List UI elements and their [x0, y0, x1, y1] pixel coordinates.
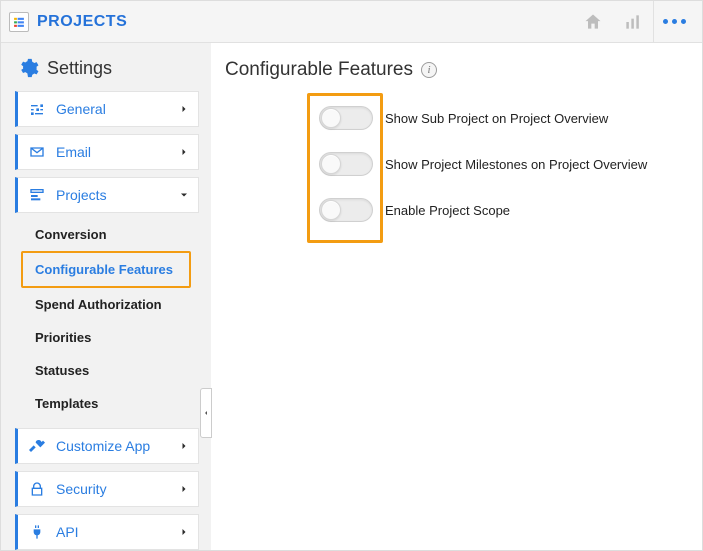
topbar-right [573, 1, 694, 43]
topbar-left: PROJECTS [9, 12, 127, 32]
sidebar-item-label: Email [56, 144, 178, 160]
bar-chart-icon [623, 12, 643, 32]
sliders-icon [28, 100, 46, 118]
chevron-right-icon [178, 440, 190, 452]
toggle-milestones[interactable] [319, 152, 373, 176]
content-title: Configurable Features [225, 59, 413, 81]
chevron-left-icon [202, 408, 210, 418]
content: Configurable Features i Show Sub Project… [211, 43, 702, 550]
toggle-knob [321, 154, 341, 174]
sidebar-item-customize-app[interactable]: Customize App [15, 428, 199, 464]
app-icon [9, 12, 29, 32]
topbar: PROJECTS [1, 1, 702, 43]
toggle-row-scope: Enable Project Scope [319, 195, 690, 225]
sidebar-item-security[interactable]: Security [15, 471, 199, 507]
collapse-sidebar-button[interactable] [200, 388, 212, 438]
toggle-row-milestones: Show Project Milestones on Project Overv… [319, 149, 690, 179]
more-menu-button[interactable] [654, 1, 694, 43]
chevron-right-icon [178, 483, 190, 495]
sidebar-item-label: Customize App [56, 438, 178, 454]
subitem-configurable-features[interactable]: Configurable Features [21, 251, 191, 288]
chevron-right-icon [178, 526, 190, 538]
projects-subitems: Conversion Configurable Features Spend A… [15, 218, 199, 420]
subitem-conversion[interactable]: Conversion [15, 218, 199, 251]
toggle-label: Show Project Milestones on Project Overv… [385, 157, 647, 172]
chevron-down-icon [178, 189, 190, 201]
home-button[interactable] [573, 1, 613, 43]
app-root: PROJECTS Settings [0, 0, 703, 551]
app-title: PROJECTS [37, 13, 127, 31]
subitem-statuses[interactable]: Statuses [15, 354, 199, 387]
stats-button[interactable] [613, 1, 653, 43]
sidebar-item-label: Security [56, 481, 178, 497]
subitem-spend-authorization[interactable]: Spend Authorization [15, 288, 199, 321]
chevron-right-icon [178, 103, 190, 115]
ellipsis-icon [663, 19, 686, 24]
sidebar-item-email[interactable]: Email [15, 134, 199, 170]
info-icon[interactable]: i [421, 62, 437, 78]
gear-icon [17, 57, 39, 79]
sidebar-item-label: General [56, 101, 178, 117]
settings-heading-label: Settings [47, 58, 112, 79]
toggle-label: Show Sub Project on Project Overview [385, 111, 608, 126]
sidebar: Settings General Email [1, 43, 211, 550]
toggle-subproject[interactable] [319, 106, 373, 130]
sidebar-item-label: Projects [56, 187, 178, 203]
subitem-priorities[interactable]: Priorities [15, 321, 199, 354]
toggle-row-subproject: Show Sub Project on Project Overview [319, 103, 690, 133]
sidebar-item-general[interactable]: General [15, 91, 199, 127]
sidebar-item-label: API [56, 524, 178, 540]
toggle-label: Enable Project Scope [385, 203, 510, 218]
lock-icon [28, 480, 46, 498]
sidebar-item-api[interactable]: API [15, 514, 199, 550]
toggle-knob [321, 108, 341, 128]
plug-icon [28, 523, 46, 541]
settings-heading: Settings [15, 55, 199, 91]
subitem-templates[interactable]: Templates [15, 387, 199, 420]
chevron-right-icon [178, 146, 190, 158]
project-icon [28, 186, 46, 204]
content-title-row: Configurable Features i [225, 59, 690, 81]
envelope-icon [28, 143, 46, 161]
tools-icon [28, 437, 46, 455]
toggle-knob [321, 200, 341, 220]
sidebar-item-projects[interactable]: Projects [15, 177, 199, 213]
toggle-scope[interactable] [319, 198, 373, 222]
toggle-section: Show Sub Project on Project Overview Sho… [225, 103, 690, 225]
body: Settings General Email [1, 43, 702, 550]
home-icon [583, 12, 603, 32]
